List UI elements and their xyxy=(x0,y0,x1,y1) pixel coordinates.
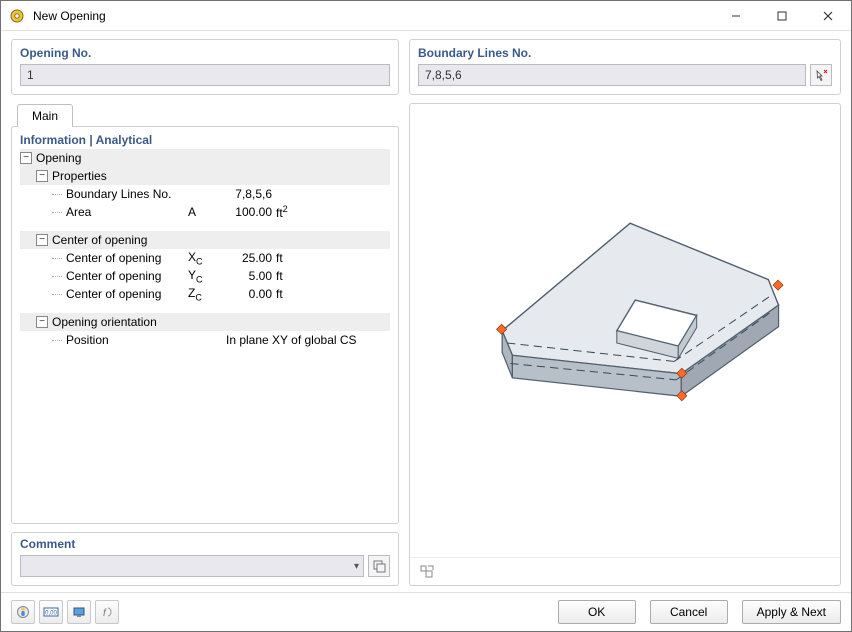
collapse-icon[interactable]: − xyxy=(36,316,48,328)
svg-text:0,00: 0,00 xyxy=(45,611,57,617)
tabstrip: Main xyxy=(11,103,399,126)
svg-text:f: f xyxy=(103,608,107,619)
pick-lines-button[interactable] xyxy=(810,64,832,86)
slab-preview-svg xyxy=(410,104,840,557)
tree-row-boundary[interactable]: Boundary Lines No. 7,8,5,6 xyxy=(20,185,390,203)
opening-no-label: Opening No. xyxy=(20,46,390,60)
script-button[interactable]: f xyxy=(95,600,119,624)
opening-no-group: Opening No. xyxy=(11,39,399,95)
preview-toolbar xyxy=(410,557,840,585)
tree-row-area[interactable]: Area A 100.00 ft2 xyxy=(20,203,390,221)
tree-row-zc[interactable]: Center of opening ZC 0.00 ft xyxy=(20,285,390,303)
apply-next-button[interactable]: Apply & Next xyxy=(742,600,841,624)
tree-row-yc[interactable]: Center of opening YC 5.00 ft xyxy=(20,267,390,285)
titlebar: New Opening xyxy=(1,1,851,31)
comment-group: Comment ▾ xyxy=(11,532,399,586)
cancel-button[interactable]: Cancel xyxy=(650,600,728,624)
ok-button[interactable]: OK xyxy=(558,600,636,624)
tree-row-xc[interactable]: Center of opening XC 25.00 ft xyxy=(20,249,390,267)
preview-panel xyxy=(409,103,841,586)
close-button[interactable] xyxy=(805,1,851,31)
collapse-icon[interactable]: − xyxy=(36,234,48,246)
minimize-button[interactable] xyxy=(713,1,759,31)
property-tree: Information | Analytical − Opening − Pro… xyxy=(11,126,399,524)
tree-node-orientation[interactable]: − Opening orientation xyxy=(20,313,390,331)
top-row: Opening No. Boundary Lines No. xyxy=(11,39,841,95)
comment-label: Comment xyxy=(20,537,390,551)
maximize-button[interactable] xyxy=(759,1,805,31)
boundary-lines-label: Boundary Lines No. xyxy=(418,46,832,60)
mid-row: Main Information | Analytical − Opening … xyxy=(11,103,841,586)
tree-title: Information | Analytical xyxy=(20,133,390,147)
dialog-footer: 0,00 f OK Cancel Apply & Next xyxy=(1,592,851,631)
comment-library-button[interactable] xyxy=(368,555,390,577)
boundary-lines-group: Boundary Lines No. xyxy=(409,39,841,95)
dialog-content: Opening No. Boundary Lines No. xyxy=(1,31,851,592)
tree-node-opening[interactable]: − Opening xyxy=(20,149,390,167)
chevron-down-icon: ▾ xyxy=(354,561,359,572)
preview-settings-button[interactable] xyxy=(416,561,438,583)
help-button[interactable] xyxy=(11,600,35,624)
units-button[interactable]: 0,00 xyxy=(39,600,63,624)
tree-node-properties[interactable]: − Properties xyxy=(20,167,390,185)
collapse-icon[interactable]: − xyxy=(36,170,48,182)
window-title: New Opening xyxy=(33,9,106,23)
tab-main[interactable]: Main xyxy=(17,104,73,127)
left-column: Main Information | Analytical − Opening … xyxy=(11,103,399,586)
comment-combo[interactable]: ▾ xyxy=(20,555,364,577)
tree-node-center[interactable]: − Center of opening xyxy=(20,231,390,249)
tree-row-position[interactable]: Position In plane XY of global CS xyxy=(20,331,390,349)
collapse-icon[interactable]: − xyxy=(20,152,32,164)
preview-viewport[interactable] xyxy=(410,104,840,557)
app-icon xyxy=(9,8,25,24)
opening-no-input[interactable] xyxy=(20,64,390,86)
render-settings-button[interactable] xyxy=(67,600,91,624)
dialog-window: New Opening Opening No. Boundary Lines N… xyxy=(0,0,852,632)
boundary-lines-input[interactable] xyxy=(418,64,806,86)
